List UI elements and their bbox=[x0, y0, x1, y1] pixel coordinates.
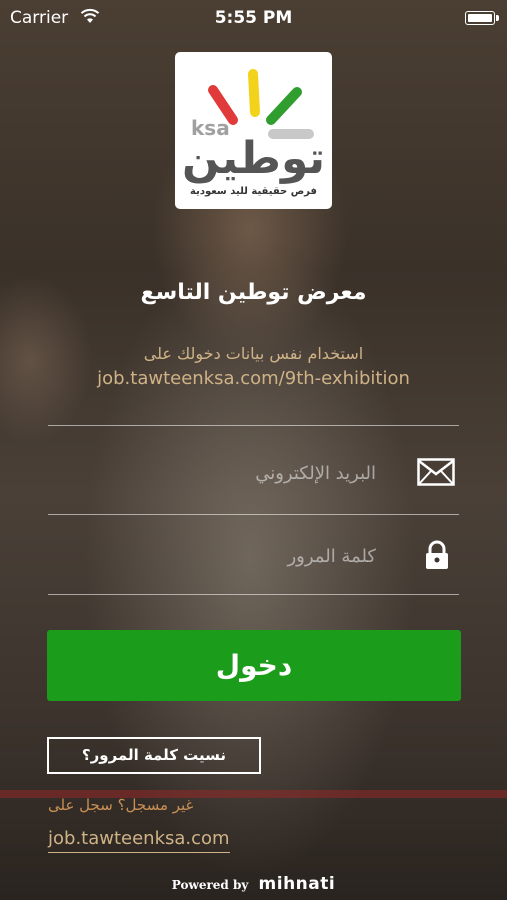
event-url: job.tawteenksa.com/9th-exhibition bbox=[97, 368, 410, 389]
powered-by: Powered by mihnati bbox=[0, 874, 507, 894]
event-title: معرض توطين التاسع bbox=[140, 280, 367, 305]
login-button[interactable]: دخول bbox=[47, 630, 461, 701]
register-prompt: غير مسجل؟ سجل على bbox=[48, 796, 194, 814]
password-field-row bbox=[48, 526, 459, 586]
envelope-icon bbox=[417, 458, 455, 486]
app-logo: ksa توطين فرص حقيقية لليد سعودية bbox=[175, 52, 332, 209]
email-field-row bbox=[48, 443, 459, 503]
divider bbox=[48, 425, 459, 426]
email-field[interactable] bbox=[48, 443, 388, 503]
password-field[interactable] bbox=[48, 526, 388, 586]
battery-icon bbox=[465, 11, 499, 25]
status-bar: Carrier 5:55 PM bbox=[0, 0, 507, 38]
divider bbox=[48, 514, 459, 515]
powered-by-label: Powered by bbox=[171, 878, 249, 892]
divider bbox=[48, 594, 459, 595]
event-subtitle: استخدام نفس بيانات دخولك على bbox=[143, 344, 364, 363]
lock-icon bbox=[426, 540, 448, 569]
clock: 5:55 PM bbox=[214, 8, 293, 28]
forgot-password-button[interactable]: نسيت كلمة المرور؟ bbox=[47, 737, 261, 774]
register-link[interactable]: job.tawteenksa.com bbox=[48, 828, 230, 853]
logo-arabic: توطين bbox=[181, 133, 326, 184]
logo-tagline: فرص حقيقية لليد سعودية bbox=[190, 186, 317, 197]
mihnati-logo: mihnati bbox=[258, 874, 336, 894]
